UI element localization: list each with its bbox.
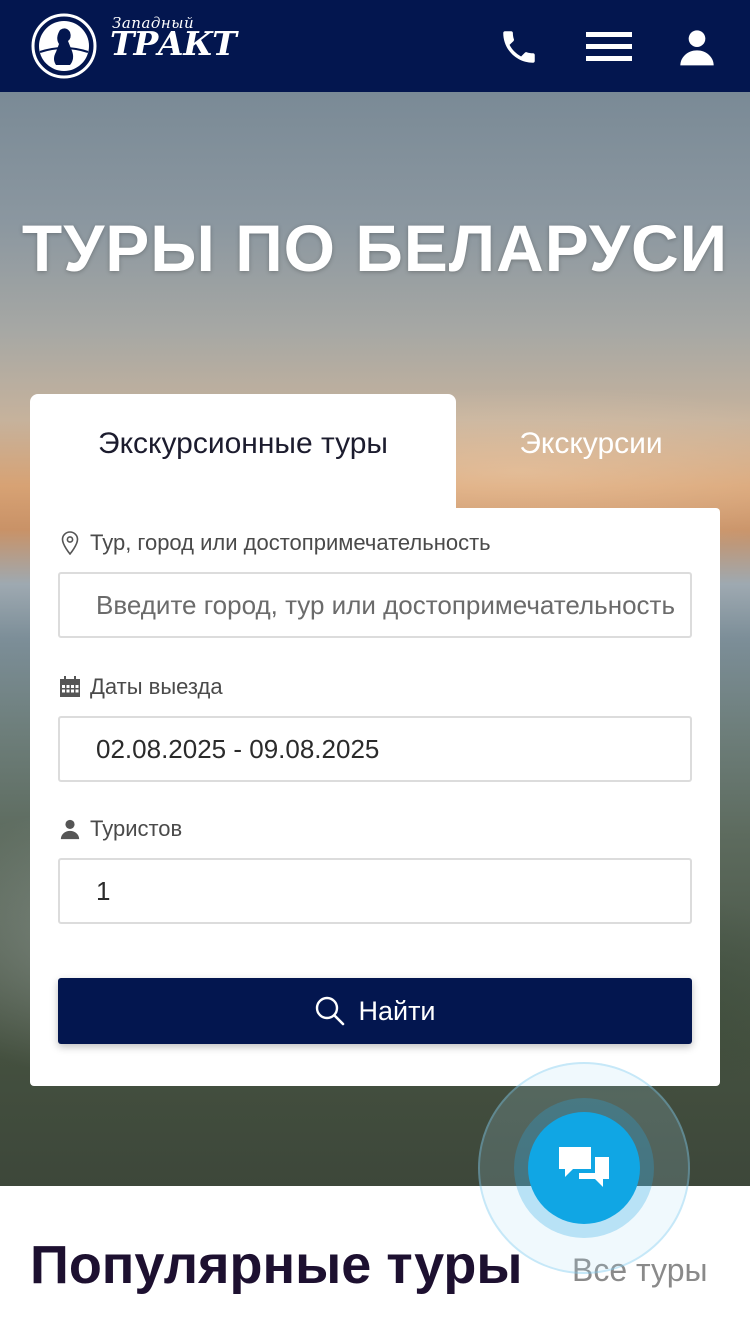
site-logo[interactable]: Западный ТРАКТ bbox=[30, 10, 237, 80]
chat-button[interactable] bbox=[528, 1112, 640, 1224]
search-form-card: Тур, город или достопримечательность Вве… bbox=[30, 508, 720, 1086]
map-pin-icon bbox=[58, 531, 82, 555]
tourists-label: Туристов bbox=[58, 816, 182, 842]
tourists-input[interactable]: 1 bbox=[58, 858, 692, 924]
search-icon bbox=[316, 996, 345, 1026]
menu-icon[interactable] bbox=[584, 22, 634, 72]
logo-text-big: ТРАКТ bbox=[110, 24, 237, 63]
hero-title: ТУРЫ ПО БЕЛАРУСИ bbox=[21, 211, 729, 285]
tourists-label-text: Туристов bbox=[90, 816, 183, 841]
destination-label-text: Тур, город или достопримечательность bbox=[90, 530, 491, 555]
person-icon bbox=[58, 817, 82, 841]
top-header: Западный ТРАКТ bbox=[0, 0, 750, 92]
destination-label: Тур, город или достопримечательность bbox=[58, 530, 491, 556]
popular-tours-title: Популярные туры bbox=[30, 1235, 523, 1295]
dates-input[interactable]: 02.08.2025 - 09.08.2025 bbox=[58, 716, 692, 782]
search-button-label: Найти bbox=[358, 995, 436, 1026]
search-button[interactable]: Найти bbox=[58, 978, 692, 1044]
tab-excursions[interactable]: Экскурсии bbox=[456, 394, 726, 494]
chat-icon bbox=[559, 1147, 609, 1187]
dates-label: Даты выезда bbox=[58, 674, 223, 700]
dates-label-text: Даты выезда bbox=[90, 674, 223, 699]
logo-emblem-icon bbox=[31, 13, 97, 79]
user-icon[interactable] bbox=[672, 22, 722, 72]
destination-input[interactable]: Введите город, тур или достопримечательн… bbox=[58, 572, 692, 638]
calendar-icon bbox=[58, 675, 82, 699]
phone-icon[interactable] bbox=[494, 22, 544, 72]
tab-excursion-tours[interactable]: Экскурсионные туры bbox=[30, 394, 456, 514]
